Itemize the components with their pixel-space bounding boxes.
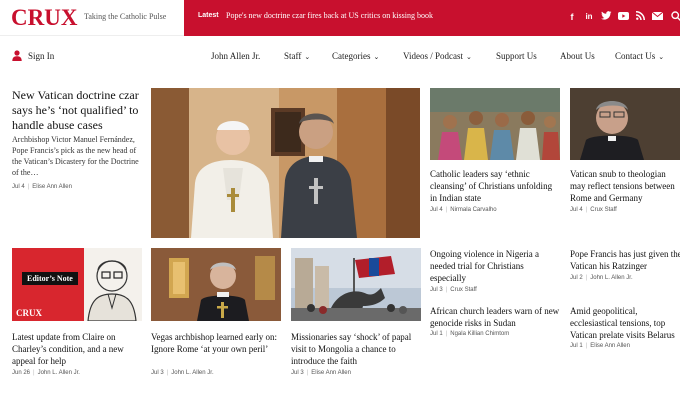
latest-label: Latest <box>198 12 219 19</box>
chevron-down-icon: ⌄ <box>658 53 665 61</box>
story-meta-charley: Jun 26 | John L. Allen Jr. <box>12 370 80 376</box>
linkedin-icon[interactable]: in <box>583 11 595 23</box>
story-title-vegas[interactable]: Vegas archbishop learned early on: Ignor… <box>151 331 281 355</box>
editors-note-badge: Editor’s Note <box>22 272 78 285</box>
story-image-mongolia[interactable] <box>291 248 421 321</box>
story-image-theologian[interactable] <box>570 88 680 160</box>
search-icon[interactable] <box>670 11 680 23</box>
author-link[interactable]: Ngala Killian Chimtom <box>450 331 509 337</box>
story-image-india[interactable] <box>430 88 560 160</box>
nav-item-staff[interactable]: Staff ⌄ <box>284 51 310 61</box>
nav-item-john-allen[interactable]: John Allen Jr. <box>211 51 260 61</box>
nav-item-contact-us[interactable]: Contact Us ⌄ <box>615 51 664 61</box>
lead-story-image[interactable] <box>151 88 420 238</box>
story-meta-belarus: Jul 1 | Elise Ann Allen <box>570 343 630 349</box>
nav-item-videos-podcast[interactable]: Videos / Podcast ⌄ <box>403 51 472 61</box>
lead-story-meta: Jul 4 | Elise Ann Allen <box>12 184 72 190</box>
story-title-mongolia[interactable]: Missionaries say ‘shock’ of papal visit … <box>291 331 423 367</box>
sign-in-label: Sign In <box>28 50 55 61</box>
story-meta-theologian: Jul 4 | Crux Staff <box>570 207 617 213</box>
date: Jul 4 <box>12 184 25 190</box>
story-title-sudan[interactable]: African church leaders warn of new genoc… <box>430 305 560 329</box>
lead-story-excerpt: Archbishop Victor Manuel Fernández, Pope… <box>12 135 139 177</box>
story-title-nigeria[interactable]: Ongoing violence in Nigeria a needed tri… <box>430 248 560 284</box>
date: Jul 3 <box>151 370 164 376</box>
latest-headline-link[interactable]: Pope's new doctrine czar fires back at U… <box>226 11 433 20</box>
tagline: Taking the Catholic Pulse <box>84 12 167 21</box>
story-meta-sudan: Jul 1 | Ngala Killian Chimtom <box>430 331 510 337</box>
date: Jul 1 <box>570 343 583 349</box>
story-meta-vegas: Jul 3 | John L. Allen Jr. <box>151 370 214 376</box>
date: Jul 2 <box>570 275 583 281</box>
story-meta-ratzinger: Jul 2 | John L. Allen Jr. <box>570 275 633 281</box>
rss-icon[interactable] <box>634 11 646 23</box>
author-link[interactable]: John L. Allen Jr. <box>590 275 632 281</box>
story-title-belarus[interactable]: Amid geopolitical, ecclesiastical tensio… <box>570 305 680 341</box>
chevron-down-icon: ⌄ <box>465 53 472 61</box>
youtube-icon[interactable] <box>617 11 629 23</box>
date: Jul 1 <box>430 331 443 337</box>
user-icon <box>12 50 22 61</box>
author-link[interactable]: Crux Staff <box>590 207 617 213</box>
date: Jul 3 <box>430 287 443 293</box>
chevron-down-icon: ⌄ <box>373 53 380 61</box>
nav-item-about-us[interactable]: About Us <box>560 51 595 61</box>
story-meta-nigeria: Jul 3 | Crux Staff <box>430 287 477 293</box>
story-meta-india: Jul 4 | Nirmala Carvalho <box>430 207 497 213</box>
story-title-ratzinger[interactable]: Pope Francis has just given the Vatican … <box>570 248 680 272</box>
lead-story-title[interactable]: New Vatican doctrine czar says he’s ‘not… <box>12 88 142 133</box>
date: Jul 3 <box>291 370 304 376</box>
twitter-icon[interactable] <box>600 11 612 23</box>
author-link[interactable]: Nirmala Carvalho <box>450 207 496 213</box>
facebook-icon[interactable]: f <box>566 11 578 23</box>
date: Jun 26 <box>12 370 31 376</box>
story-image-editors-note[interactable]: Editor’s Note CRUX <box>12 248 142 321</box>
author-link[interactable]: Elise Ann Allen <box>311 370 351 376</box>
brand-area: CRUX Taking the Catholic Pulse <box>0 0 184 36</box>
main-nav: Sign In John Allen Jr. Staff ⌄ Categories… <box>0 36 680 76</box>
mail-icon[interactable] <box>651 11 663 23</box>
story-meta-mongolia: Jul 3 | Elise Ann Allen <box>291 370 351 376</box>
story-image-vegas[interactable] <box>151 248 281 321</box>
nav-item-categories[interactable]: Categories ⌄ <box>332 51 379 61</box>
date: Jul 4 <box>570 207 583 213</box>
author-link[interactable]: John L. Allen Jr. <box>171 370 213 376</box>
author-link[interactable]: Elise Ann Allen <box>32 184 72 190</box>
sign-in-button[interactable]: Sign In <box>12 50 54 61</box>
author-link[interactable]: John L. Allen Jr. <box>38 370 80 376</box>
chevron-down-icon: ⌄ <box>304 53 311 61</box>
crux-badge-logo: CRUX <box>16 308 42 318</box>
author-link[interactable]: Crux Staff <box>450 287 477 293</box>
date: Jul 4 <box>430 207 443 213</box>
story-title-theologian[interactable]: Vatican snub to theologian may reflect t… <box>570 168 680 204</box>
story-title-charley[interactable]: Latest update from Claire on Charley’s c… <box>12 331 142 367</box>
author-link[interactable]: Elise Ann Allen <box>590 343 630 349</box>
crux-logo[interactable]: CRUX <box>11 5 77 31</box>
nav-item-support-us[interactable]: Support Us <box>496 51 537 61</box>
story-title-india[interactable]: Catholic leaders say ‘ethnic cleansing’ … <box>430 168 560 204</box>
